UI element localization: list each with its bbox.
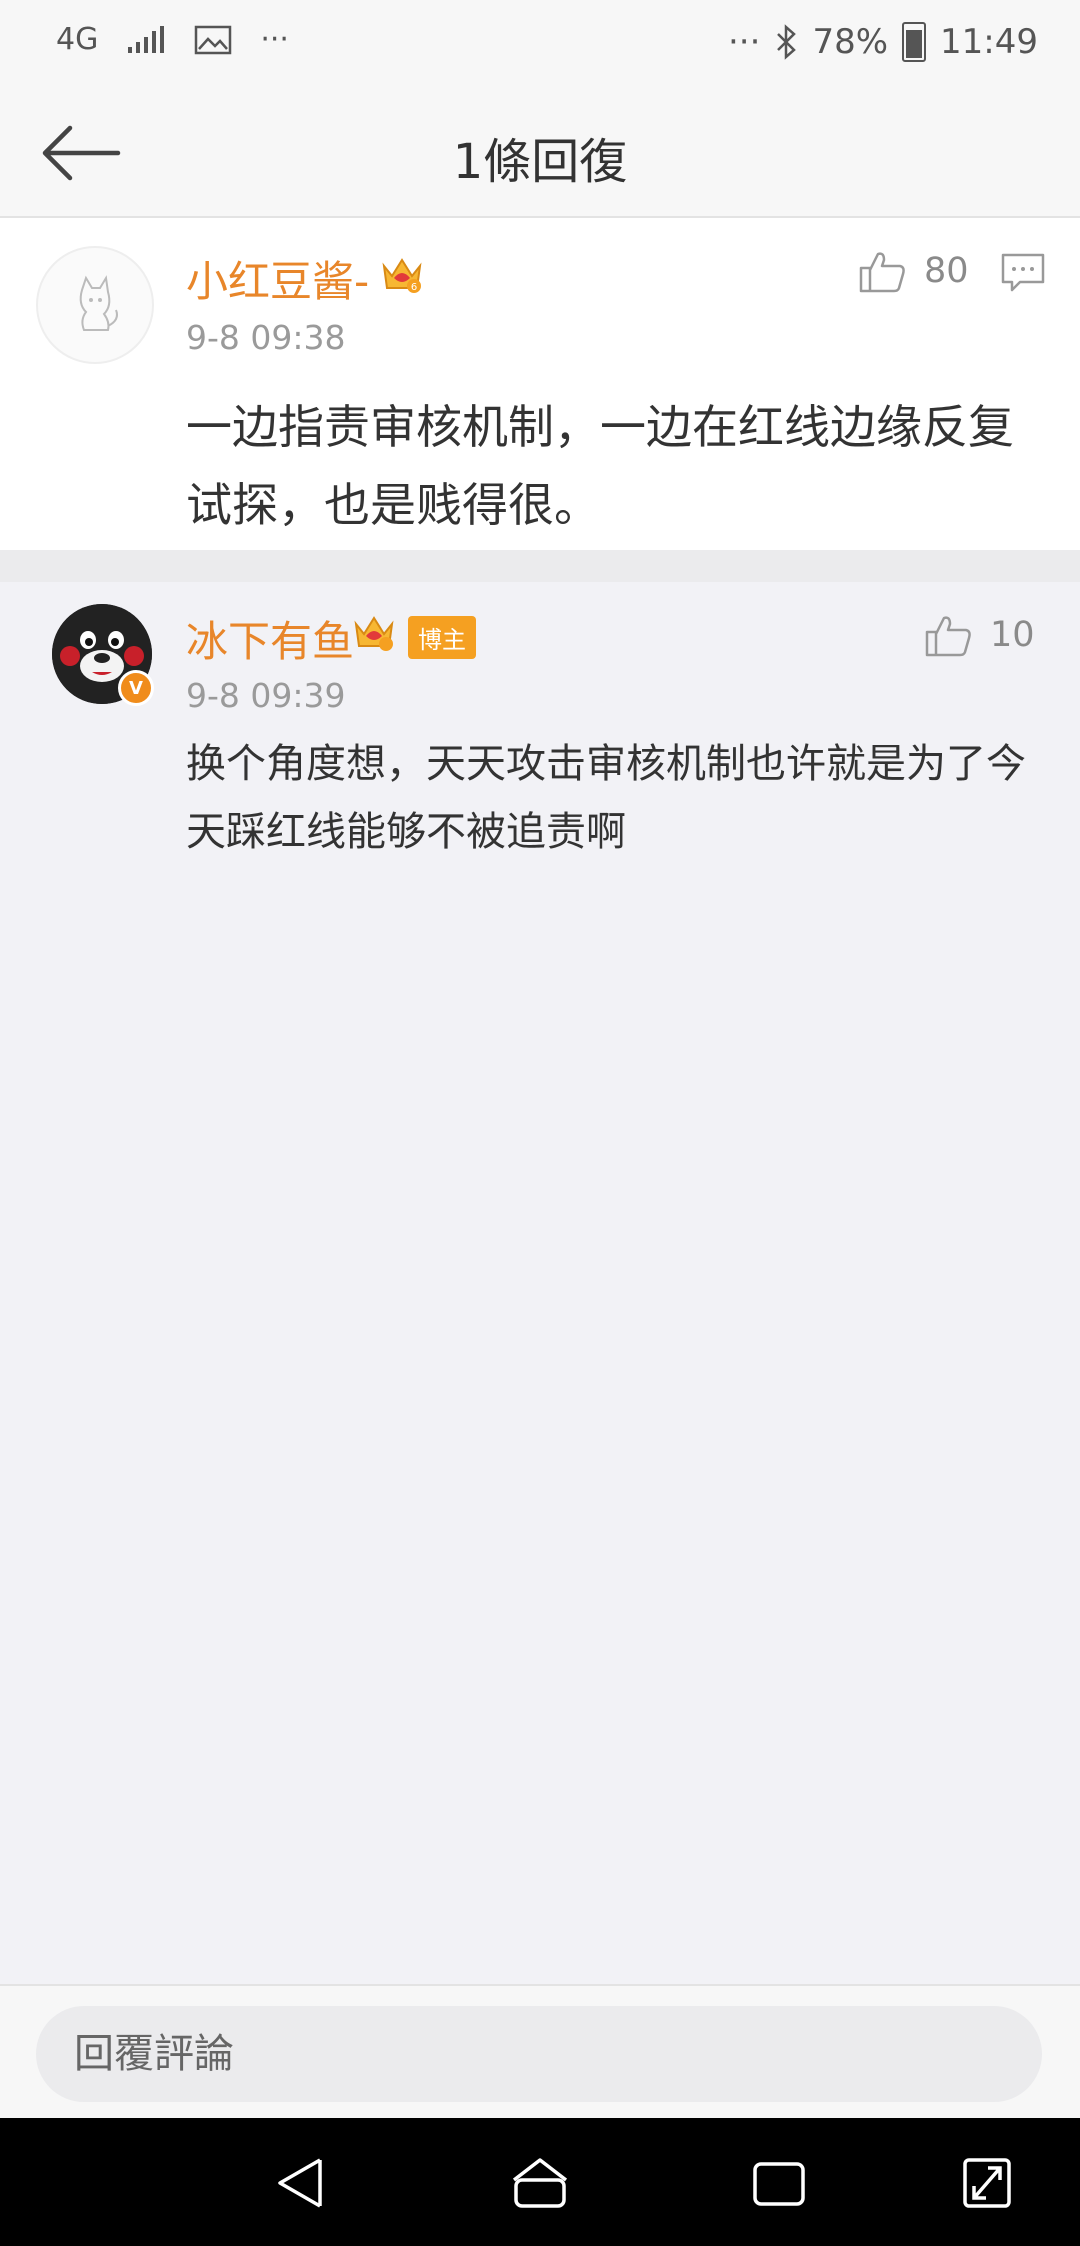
comment-text: 一边指责审核机制，一边在红线边缘反复试探，也是贱得很。 (186, 400, 1014, 532)
back-nav-icon[interactable] (276, 2156, 324, 2210)
verified-badge: V (118, 670, 154, 706)
comment-time: 9-8 09:38 (186, 318, 346, 357)
reply-comment: V 冰下有鱼 博主 9-8 09:39 10 换个角度想，天天攻击审核机制也许就… (0, 582, 1080, 1982)
reply-input[interactable] (36, 2006, 1042, 2102)
status-bar: 4G ··· ··· 78% 11:49 (0, 0, 1080, 90)
system-navigation-bar (0, 2118, 1080, 2246)
comment-reply-icon[interactable] (1000, 252, 1046, 294)
expand-icon[interactable] (962, 2156, 1012, 2210)
recent-apps-icon[interactable] (752, 2156, 806, 2210)
home-nav-icon[interactable] (510, 2156, 570, 2210)
page-title: 1條回復 (452, 134, 628, 190)
header-bar: 1條回復 (0, 90, 1080, 218)
reply-bar (0, 1984, 1080, 2120)
username[interactable]: 冰下有鱼 (186, 608, 354, 669)
clock: 11:49 (940, 22, 1038, 62)
avatar[interactable] (36, 246, 154, 364)
more-status-icon: ··· (728, 22, 761, 62)
crown-level-icon (354, 616, 394, 651)
blogger-badge: 博主 (408, 616, 476, 659)
more-notifications-icon: ··· (260, 22, 289, 57)
level-number: 6 (411, 282, 417, 293)
battery-icon (902, 22, 927, 62)
like-button[interactable]: 80 (858, 248, 969, 294)
comment-time: 9-8 09:39 (186, 676, 346, 715)
image-notification-icon (195, 25, 232, 54)
main-comment: 小红豆酱- 6 9-8 09:38 80 一边指责审核机制，一边在红线边缘反复试… (0, 218, 1080, 550)
crown-level-icon: 6 (382, 258, 422, 293)
like-button[interactable]: 10 (924, 612, 1035, 658)
reply-text: 换个角度想，天天攻击审核机制也许就是为了今天踩红线能够不被追责啊 (186, 741, 1026, 855)
battery-percentage: 78% (812, 22, 889, 62)
cat-sketch-icon (79, 275, 118, 331)
username[interactable]: 小红豆酱- (186, 248, 369, 309)
like-count: 80 (924, 251, 969, 291)
like-count: 10 (990, 615, 1035, 655)
network-4g-icon: 4G (56, 22, 99, 57)
signal-icon (128, 25, 165, 53)
avatar[interactable]: V (52, 604, 154, 706)
thumbs-up-icon (925, 616, 971, 657)
section-divider (0, 550, 1080, 582)
thumbs-up-icon (859, 252, 905, 293)
bluetooth-icon (777, 24, 797, 60)
